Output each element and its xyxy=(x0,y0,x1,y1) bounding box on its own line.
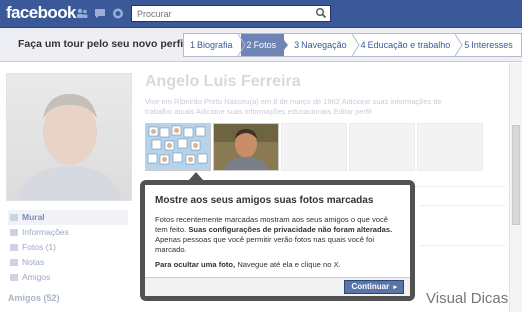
left-nav-label: Notas xyxy=(22,257,45,267)
tour-dialog: Mostre aos seus amigos suas fotos marcad… xyxy=(140,172,415,301)
tour-title: Faça um tour pelo seu novo perfil xyxy=(18,38,187,50)
dialog-body: Fotos recentemente marcadas mostram aos … xyxy=(155,215,400,270)
tour-step-fotos[interactable]: 2 Fotos xyxy=(240,34,289,56)
page-scrollbar[interactable] xyxy=(509,63,522,312)
step-number: 1 xyxy=(190,40,196,50)
step-number: 4 xyxy=(360,40,366,50)
dialog-text-bold: Suas configurações de privacidade não fo… xyxy=(188,225,393,234)
tour-step-navegacao[interactable]: 3 Navegação xyxy=(284,34,360,56)
profile-meta-line: trabalho atuais Adicione suas informaçõe… xyxy=(145,107,372,116)
profile-picture[interactable] xyxy=(6,73,132,201)
dialog-text: Navegue até ela e clique no X. xyxy=(237,260,341,269)
tagged-photo[interactable] xyxy=(213,123,279,171)
divider xyxy=(420,245,505,246)
left-nav-informacoes[interactable]: Informações xyxy=(8,225,128,240)
step-number: 2 xyxy=(246,40,252,50)
notes-icon xyxy=(10,259,18,266)
photo-placeholder xyxy=(349,123,415,171)
friend-requests-icon[interactable] xyxy=(76,8,88,19)
dialog-pointer xyxy=(189,172,203,180)
arrow-right-icon: ▸ xyxy=(393,284,397,291)
friends-section-title[interactable]: Amigos (52) xyxy=(8,293,60,303)
step-label: Fotos xyxy=(253,40,277,50)
profile-meta: Vive em Ribeirão Preto Nasceu(a) em 8 de… xyxy=(145,97,485,117)
left-nav-label: Amigos xyxy=(22,272,51,282)
step-separator-icon xyxy=(279,34,289,56)
step-separator-icon xyxy=(237,34,246,56)
search-icon[interactable] xyxy=(315,7,327,19)
continue-label: Continuar xyxy=(351,282,390,291)
continue-button[interactable]: Continuar ▸ xyxy=(344,280,404,294)
dialog-text: Apenas pessoas que você permitir verão f… xyxy=(155,235,375,254)
step-label: Navegação xyxy=(301,40,347,50)
search-box[interactable] xyxy=(131,5,331,22)
notifications-icon[interactable] xyxy=(112,8,124,19)
messages-icon[interactable] xyxy=(94,8,106,19)
dialog-content: Mostre aos seus amigos suas fotos marcad… xyxy=(145,185,410,296)
tour-step-interesses[interactable]: 5 Interesses xyxy=(458,34,521,56)
step-separator-icon xyxy=(454,34,463,56)
friends-icon xyxy=(10,274,18,281)
step-label: Interesses xyxy=(471,40,513,50)
left-nav-label: Fotos (1) xyxy=(22,242,57,252)
dialog-footer: Continuar ▸ xyxy=(145,277,410,296)
dialog-text-bold: Para ocultar uma foto, xyxy=(155,260,236,269)
step-separator-icon xyxy=(351,34,360,56)
scrollbar-thumb[interactable] xyxy=(512,125,520,225)
step-label: Educação e trabalho xyxy=(367,40,451,50)
tour-step-biografia[interactable]: 1 Biografia xyxy=(184,34,246,56)
wall-icon xyxy=(10,214,18,221)
photo-placeholder xyxy=(417,123,483,171)
info-icon xyxy=(10,229,18,236)
search-input[interactable] xyxy=(132,6,302,21)
left-nav-notas[interactable]: Notas xyxy=(8,255,128,270)
profile-left-nav: Mural Informações Fotos (1) Notas Amigos xyxy=(8,210,128,285)
left-nav-label: Mural xyxy=(22,212,45,222)
watermark: Visual Dicas xyxy=(426,290,509,307)
profile-meta-line: Vive em Ribeirão Preto Nasceu(a) em 8 de… xyxy=(145,97,442,106)
photo-placeholder xyxy=(281,123,347,171)
step-number: 5 xyxy=(464,40,470,50)
photos-icon xyxy=(10,244,18,251)
profile-name: Angelo Luis Ferreira xyxy=(145,73,301,90)
dialog-title: Mostre aos seus amigos suas fotos marcad… xyxy=(155,195,374,206)
top-bar: facebook xyxy=(0,0,522,28)
facebook-logo[interactable]: facebook xyxy=(6,3,76,23)
left-nav-mural[interactable]: Mural xyxy=(8,210,128,225)
step-label: Biografia xyxy=(197,40,233,50)
left-nav-label: Informações xyxy=(22,227,69,237)
left-nav-amigos[interactable]: Amigos xyxy=(8,270,128,285)
divider xyxy=(420,205,505,206)
tagged-photos-strip xyxy=(145,123,483,171)
step-number: 3 xyxy=(294,40,300,50)
tagged-photo[interactable] xyxy=(145,123,211,171)
tour-steps: 1 Biografia 2 Fotos 3 Navegação 4 Educação e… xyxy=(183,33,522,57)
tour-bar: Faça um tour pelo seu novo perfil 1 Biogr… xyxy=(0,28,522,62)
tour-step-educacao[interactable]: 4 Educação e trabalho xyxy=(355,34,463,56)
left-nav-fotos[interactable]: Fotos (1) xyxy=(8,240,128,255)
